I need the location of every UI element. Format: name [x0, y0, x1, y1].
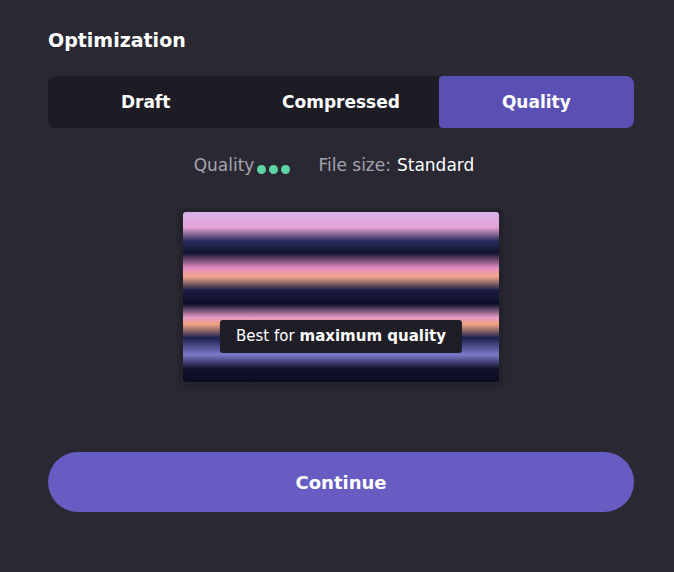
optimization-tab[interactable]: Compressed [243, 76, 438, 128]
preview-image: Best formaximum quality [183, 212, 499, 382]
quality-label: Quality [194, 154, 255, 176]
file-size-label: File size: [318, 154, 391, 176]
quality-dot [281, 165, 290, 174]
section-title: Optimization [48, 28, 634, 52]
quality-dot [257, 165, 266, 174]
preview-caption: Best formaximum quality [220, 320, 462, 353]
info-row: Quality File size: Standard [48, 154, 634, 176]
quality-meter [257, 165, 290, 174]
continue-button[interactable]: Continue [48, 452, 634, 512]
optimization-tab[interactable]: Draft [48, 76, 243, 128]
optimization-tabs: DraftCompressedQuality [48, 76, 634, 128]
file-size-value: Standard [397, 154, 474, 176]
quality-dot [269, 165, 278, 174]
optimization-panel: OptimizationDraftCompressedQualityQualit… [0, 0, 674, 572]
optimization-tab[interactable]: Quality [439, 76, 634, 128]
